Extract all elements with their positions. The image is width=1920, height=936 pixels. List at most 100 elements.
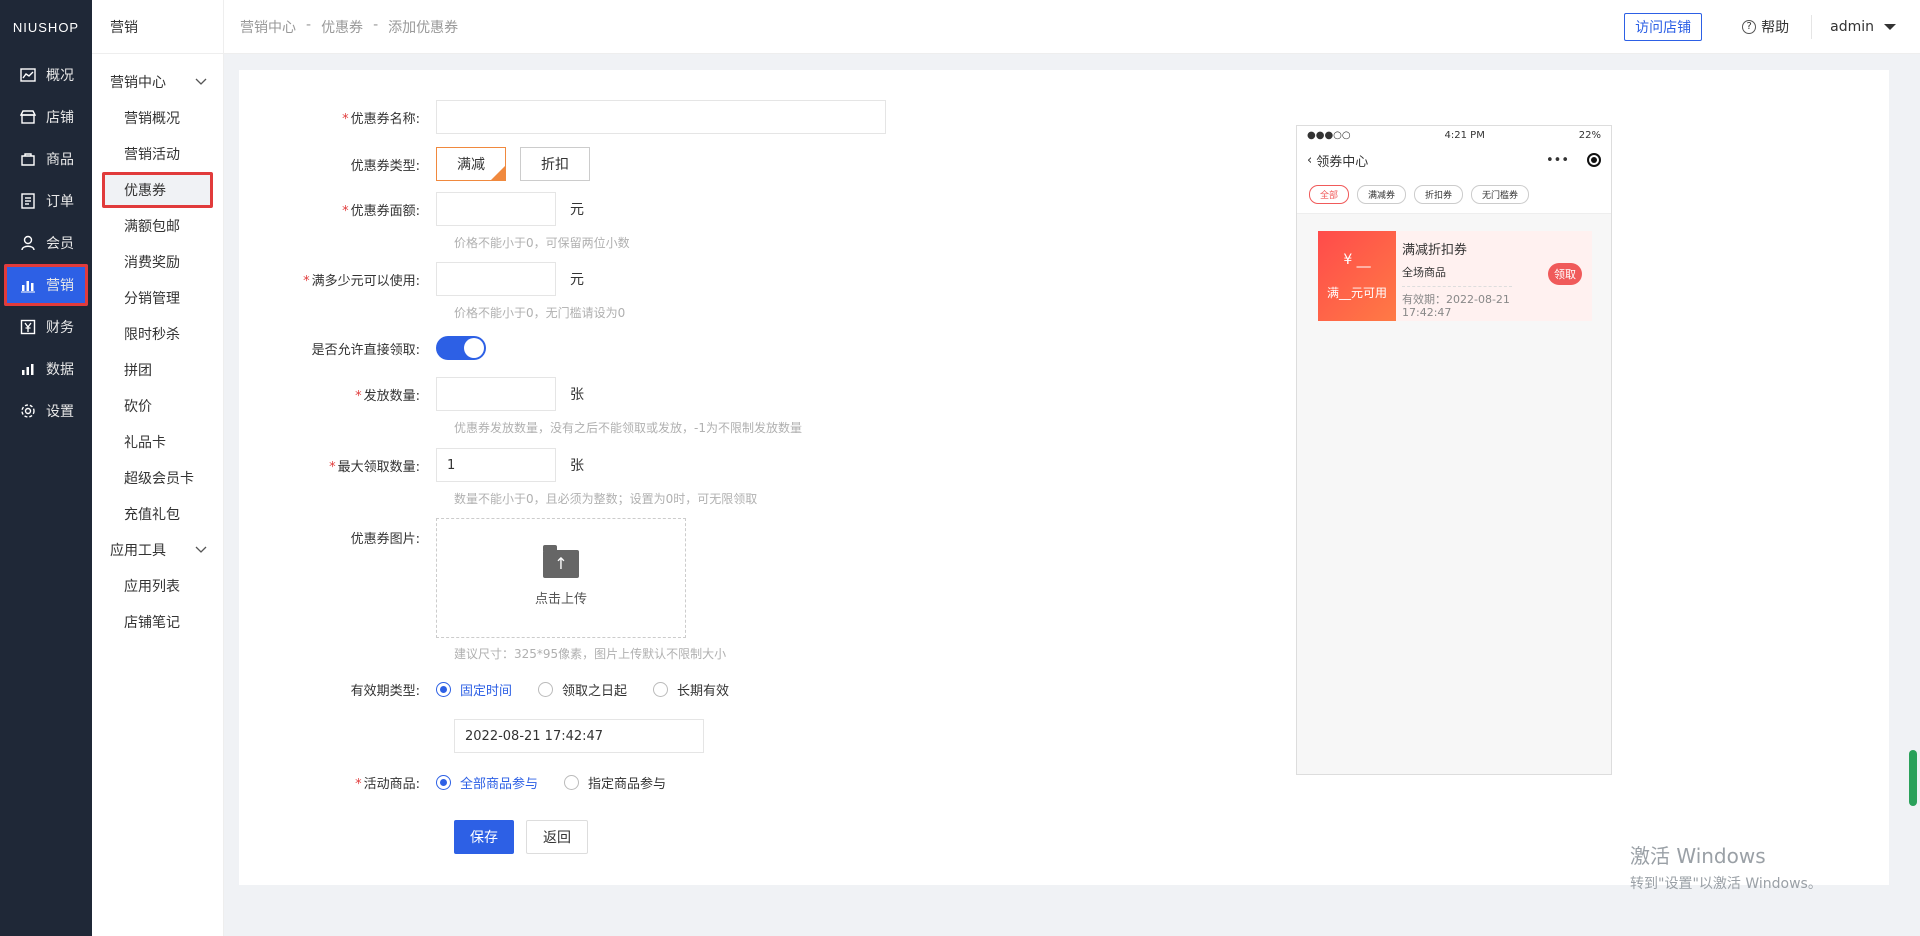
coupon-name-input[interactable]	[436, 100, 886, 134]
image-upload-area[interactable]: ↑ 点击上传	[436, 518, 686, 638]
sub-item-store-notes[interactable]: 店铺笔记	[92, 604, 223, 640]
validity-permanent-radio[interactable]: 长期有效	[653, 680, 729, 699]
nav-label: 概况	[46, 68, 74, 84]
nav-settings[interactable]: 设置	[0, 390, 92, 432]
sub-item-free-shipping[interactable]: 满额包邮	[92, 208, 223, 244]
sub-item-distribution[interactable]: 分销管理	[92, 280, 223, 316]
min-amount-hint: 价格不能小于0，无门槛请设为0	[454, 306, 626, 320]
goods-all-radio[interactable]: 全部商品参与	[436, 773, 538, 792]
gear-icon	[21, 404, 35, 418]
username: admin	[1830, 18, 1874, 35]
sub-item-flash-sale[interactable]: 限时秒杀	[92, 316, 223, 352]
coupon-scope: 全场商品	[1402, 264, 1512, 287]
nav-label: 财务	[46, 320, 74, 336]
logo: NIUSHOP	[12, 19, 80, 35]
nav-member[interactable]: 会员	[0, 222, 92, 264]
coupon-card-preview: ¥ __ 满__元可用 满减折扣券 全场商品 有效期：2022-08-21 17…	[1318, 231, 1592, 321]
sub-item-group-buy[interactable]: 拼团	[92, 352, 223, 388]
field-label: 是否允许直接领取:	[311, 342, 420, 358]
user-icon	[21, 235, 35, 251]
breadcrumb: 营销中心 - 优惠券 - 添加优惠券	[224, 17, 458, 37]
type-full-reduction-button[interactable]: 满减	[436, 147, 506, 181]
nav-store[interactable]: 店铺	[0, 96, 92, 138]
chevron-left-icon: ‹	[1307, 152, 1313, 168]
chart-icon	[20, 68, 36, 82]
row-coupon-name: * 优惠券名称:	[239, 100, 886, 134]
end-date-input[interactable]: 2022-08-21 17:42:47	[454, 719, 704, 753]
sub-item-recharge[interactable]: 充值礼包	[92, 496, 223, 532]
validity-from-claim-radio[interactable]: 领取之日起	[538, 680, 627, 699]
save-button[interactable]: 保存	[454, 820, 514, 854]
chevron-down-icon	[195, 78, 207, 85]
sub-item-vip-card[interactable]: 超级会员卡	[92, 460, 223, 496]
min-amount-input[interactable]	[436, 262, 556, 296]
validity-fixed-radio[interactable]: 固定时间	[436, 680, 512, 699]
required-mark: *	[342, 111, 349, 127]
field-label: 有效期类型:	[350, 684, 420, 699]
phone-tab: 折扣券	[1414, 185, 1464, 204]
help-label: 帮助	[1761, 19, 1790, 36]
type-discount-button[interactable]: 折扣	[520, 147, 590, 181]
coupon-form-panel: * 优惠券名称: 优惠券类型: 满减 折扣 * 优惠券面额: 元 价格不能小于0，可…	[239, 70, 1889, 885]
breadcrumb-item[interactable]: 优惠券	[321, 17, 363, 37]
page-scrollbar[interactable]	[1906, 70, 1920, 840]
breadcrumb-current: 添加优惠券	[388, 19, 459, 36]
issue-count-input[interactable]	[436, 377, 556, 411]
main-sidebar: NIUSHOP 概况 店铺 商品 订单 会员 营销 财务 数据 设置	[0, 0, 92, 936]
coupon-claim-button: 领取	[1548, 263, 1582, 285]
unit-label: 元	[570, 272, 584, 288]
nav-finance[interactable]: 财务	[0, 306, 92, 348]
back-button[interactable]: 返回	[526, 820, 588, 854]
sub-sidebar-title: 营销	[92, 0, 223, 54]
battery-level: 22%	[1578, 129, 1601, 141]
store-icon	[20, 110, 36, 124]
field-label: 最大领取数量:	[337, 459, 420, 475]
nav-data[interactable]: 数据	[0, 348, 92, 390]
row-max-claim: * 最大领取数量: 1 张	[239, 448, 584, 482]
breadcrumb-separator: -	[306, 16, 312, 33]
group-marketing-center[interactable]: 营销中心	[92, 64, 223, 100]
nav-label: 数据	[46, 362, 74, 378]
sub-item-activity[interactable]: 营销活动	[92, 136, 223, 172]
unit-label: 元	[570, 202, 584, 218]
help-link[interactable]: ? 帮助	[1742, 17, 1789, 37]
goods-icon	[21, 153, 35, 166]
breadcrumb-item[interactable]: 营销中心	[240, 17, 296, 37]
nav-label: 会员	[46, 236, 74, 252]
watermark-line2: 转到"设置"以激活 Windows。	[1630, 876, 1822, 892]
sub-item-coupon[interactable]: 优惠券	[102, 172, 213, 208]
form-actions: 保存 返回	[454, 820, 588, 854]
nav-goods[interactable]: 商品	[0, 138, 92, 180]
phone-time: 4:21 PM	[1444, 129, 1485, 141]
row-goods: * 活动商品: 全部商品参与 指定商品参与	[239, 773, 692, 792]
nav-overview[interactable]: 概况	[0, 54, 92, 96]
top-actions: 访问店铺 ? 帮助 admin	[1624, 12, 1896, 41]
max-claim-hint: 数量不能小于0，且必须为整数；设置为0时，可无限领取	[454, 492, 758, 506]
sub-item-app-list[interactable]: 应用列表	[92, 568, 223, 604]
field-label: 满多少元可以使用:	[311, 273, 420, 289]
max-claim-input[interactable]: 1	[436, 448, 556, 482]
goods-specific-radio[interactable]: 指定商品参与	[564, 773, 666, 792]
toggle-knob	[464, 338, 484, 358]
phone-tab: 全部	[1309, 185, 1350, 204]
user-menu[interactable]: admin	[1830, 19, 1896, 35]
data-icon	[22, 364, 34, 375]
face-value-input[interactable]	[436, 192, 556, 226]
caret-down-icon	[1884, 23, 1896, 30]
scrollbar-thumb[interactable]	[1909, 750, 1917, 806]
field-label: 优惠券面额:	[350, 203, 420, 219]
sub-item-overview[interactable]: 营销概况	[92, 100, 223, 136]
required-mark: *	[342, 203, 349, 219]
group-app-tools[interactable]: 应用工具	[92, 532, 223, 568]
nav-marketing[interactable]: 营销	[4, 264, 88, 306]
sub-item-reward[interactable]: 消费奖励	[92, 244, 223, 280]
field-label: 优惠券图片:	[350, 532, 420, 547]
image-hint: 建议尺寸：325*95像素，图片上传默认不限制大小	[454, 647, 727, 661]
direct-claim-toggle[interactable]	[436, 336, 486, 360]
visit-store-button[interactable]: 访问店铺	[1624, 12, 1703, 41]
sub-item-bargain[interactable]: 砍价	[92, 388, 223, 424]
field-label: 优惠券类型:	[350, 158, 420, 174]
nav-order[interactable]: 订单	[0, 180, 92, 222]
sub-item-gift-card[interactable]: 礼品卡	[92, 424, 223, 460]
phone-preview: ●●●○○ 4:21 PM 22% ‹ 领券中心 ••• 全部 满减券 折扣券 …	[1296, 125, 1612, 775]
